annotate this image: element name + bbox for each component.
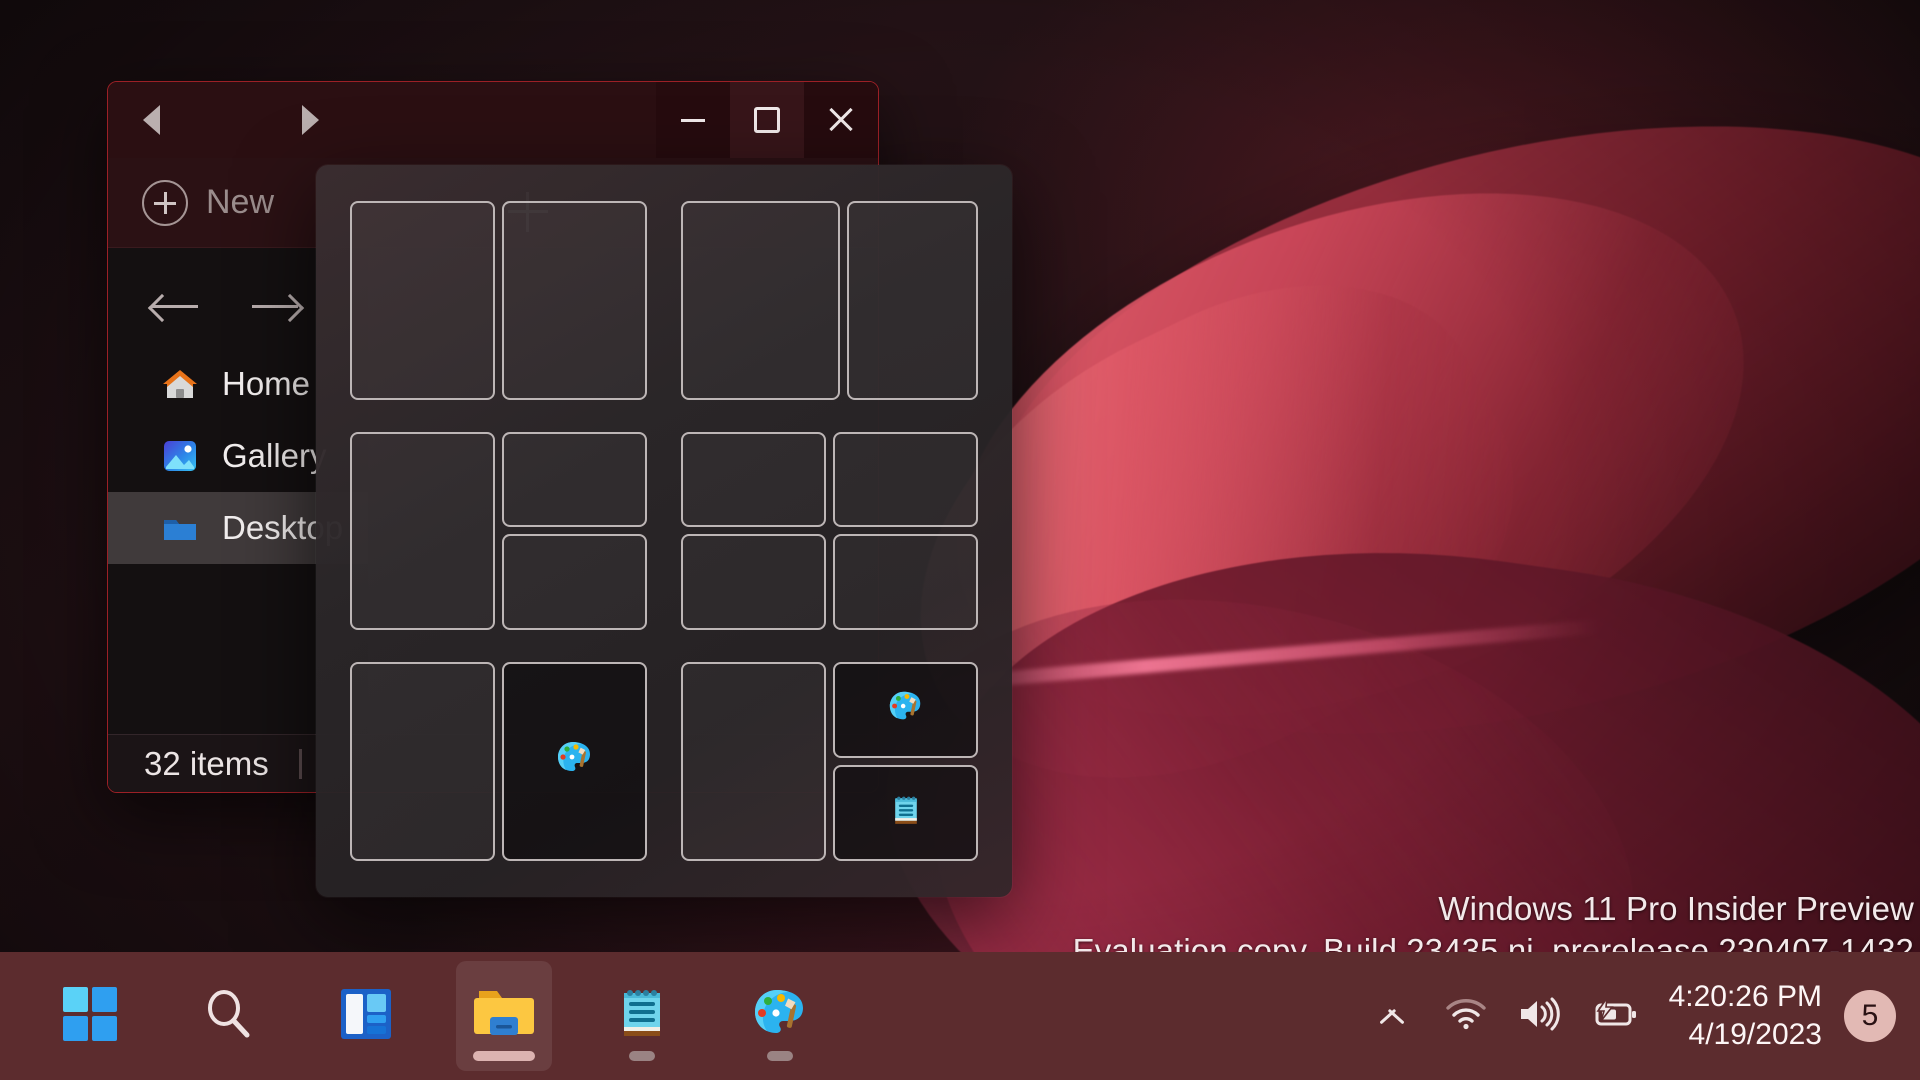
taskbar-button-start[interactable] (42, 961, 138, 1071)
speaker-icon (1517, 996, 1563, 1037)
snap-option-two-columns-right-occupied[interactable] (350, 662, 647, 861)
snap-option-two-columns-wide-left[interactable] (681, 201, 978, 400)
notepad-icon (615, 985, 669, 1048)
minimize-icon (681, 118, 705, 122)
taskbar-button-task-view[interactable] (318, 961, 414, 1071)
task-view-icon (339, 987, 393, 1046)
notification-badge[interactable]: 5 (1844, 990, 1896, 1042)
snap-zone[interactable] (350, 201, 495, 400)
snap-zone[interactable] (502, 534, 647, 631)
snap-zone[interactable] (502, 431, 647, 528)
watermark-line-1: Windows 11 Pro Insider Preview (1438, 889, 1914, 927)
item-count-label: 32 items (144, 744, 269, 782)
sidebar-item-label: Gallery (222, 437, 327, 474)
clock[interactable]: 4:20:26 PM 4/19/2023 (1651, 978, 1844, 1055)
taskbar-active-indicator (473, 1051, 535, 1061)
paint-palette-icon (751, 985, 809, 1048)
gallery-icon (160, 436, 200, 476)
snap-zone-notepad[interactable] (833, 765, 978, 861)
snap-option-left-large-two-stacked-right[interactable] (350, 431, 647, 631)
window-controls (656, 82, 878, 158)
triangle-left-icon[interactable] (142, 105, 160, 135)
plus-circle-icon[interactable] (142, 179, 188, 226)
snap-zone[interactable] (833, 431, 978, 528)
taskbar-running-indicator (629, 1051, 655, 1061)
tray-network-button[interactable] (1429, 961, 1503, 1071)
triangle-right-icon[interactable] (302, 105, 320, 135)
taskbar-button-search[interactable] (180, 961, 276, 1071)
snap-zone[interactable] (681, 431, 826, 528)
snap-layouts-flyout[interactable] (316, 165, 1012, 897)
tray-volume-button[interactable] (1503, 961, 1577, 1071)
windows-logo-icon (61, 985, 119, 1048)
taskbar-button-file-explorer[interactable] (456, 961, 552, 1071)
snap-zone[interactable] (847, 201, 978, 400)
clock-time: 4:20:26 PM (1668, 979, 1822, 1013)
taskbar-buttons (0, 961, 828, 1071)
snap-zone-paint[interactable] (833, 662, 978, 759)
arrow-right-icon[interactable] (252, 292, 300, 322)
status-divider (298, 748, 302, 779)
wifi-icon (1444, 997, 1488, 1036)
paint-palette-icon (887, 688, 925, 732)
taskbar-running-indicator (767, 1051, 793, 1061)
snap-zone[interactable] (681, 534, 826, 631)
magnifier-icon (199, 985, 257, 1048)
tray-battery-button[interactable] (1577, 961, 1651, 1071)
arrow-left-icon[interactable] (152, 292, 200, 322)
taskbar[interactable]: 4:20:26 PM 4/19/2023 5 (0, 952, 1920, 1080)
folder-icon (160, 508, 200, 548)
close-icon (826, 105, 856, 135)
snap-zone-paint[interactable] (502, 662, 647, 861)
snap-zone[interactable] (681, 201, 841, 400)
snap-option-four-quadrants[interactable] (681, 431, 978, 631)
snap-zone[interactable] (350, 662, 495, 861)
taskbar-button-notepad[interactable] (594, 961, 690, 1071)
maximize-icon (754, 107, 780, 133)
tab-scroll-controls (108, 82, 354, 158)
battery-charging-icon (1589, 996, 1639, 1037)
maximize-button[interactable] (730, 82, 804, 158)
notepad-icon (888, 792, 924, 834)
folder-icon (473, 985, 535, 1048)
new-button-label[interactable]: New (206, 183, 274, 222)
explorer-title-bar[interactable] (108, 82, 878, 232)
tray-overflow-button[interactable] (1355, 961, 1429, 1071)
system-tray: 4:20:26 PM 4/19/2023 5 (1355, 961, 1920, 1071)
taskbar-button-paint[interactable] (732, 961, 828, 1071)
snap-zone[interactable] (681, 662, 826, 861)
paint-palette-icon (555, 738, 595, 785)
home-icon (160, 364, 200, 404)
snap-zone[interactable] (833, 534, 978, 631)
snap-option-two-equal-columns[interactable] (350, 201, 647, 400)
snap-zone[interactable] (350, 431, 495, 631)
snap-zone[interactable] (502, 201, 647, 400)
minimize-button[interactable] (656, 82, 730, 158)
close-button[interactable] (804, 82, 878, 158)
chevron-up-icon (1379, 1003, 1405, 1029)
snap-option-left-large-paint-notepad[interactable] (681, 662, 978, 861)
clock-date: 4/19/2023 (1688, 1018, 1822, 1051)
sidebar-item-label: Home (222, 365, 311, 402)
